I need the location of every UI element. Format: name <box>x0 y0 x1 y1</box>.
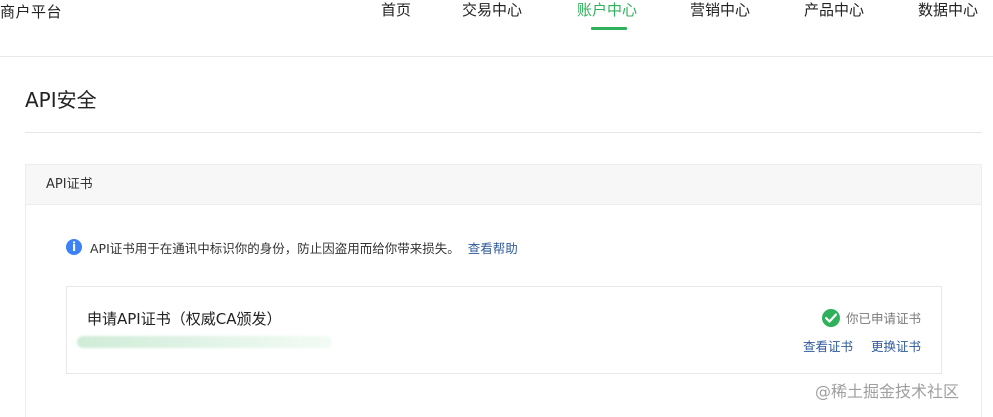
top-navigation-bar: 商户平台 首页 交易中心 账户中心 营销中心 产品中心 数据中心 <box>0 0 993 57</box>
main-content: API安全 API证书 i API证书用于在通讯中标识你的身份，防止因盗用而给你… <box>25 57 982 417</box>
api-cert-card: API证书 i API证书用于在通讯中标识你的身份，防止因盗用而给你带来损失。 … <box>25 164 982 417</box>
page-title: API安全 <box>25 88 97 112</box>
info-text: API证书用于在通讯中标识你的身份，防止因盗用而给你带来损失。 <box>90 240 460 256</box>
certificate-status-text: 你已申请证书 <box>845 311 921 326</box>
certificate-actions: 查看证书 更换证书 <box>803 336 921 355</box>
certificate-title: 申请API证书（权威CA颁发） <box>87 310 282 328</box>
nav-item-data[interactable]: 数据中心 <box>918 1 978 19</box>
info-row: i API证书用于在通讯中标识你的身份，防止因盗用而给你带来损失。 查看帮助 <box>66 238 518 256</box>
replace-certificate-link[interactable]: 更换证书 <box>871 336 921 355</box>
nav-item-marketing[interactable]: 营销中心 <box>690 1 750 19</box>
view-certificate-link[interactable]: 查看证书 <box>803 336 853 355</box>
nav-item-trading[interactable]: 交易中心 <box>462 1 522 19</box>
active-nav-underline <box>591 27 627 30</box>
title-divider <box>25 132 982 133</box>
help-link[interactable]: 查看帮助 <box>468 238 518 257</box>
card-header: API证书 <box>26 165 981 205</box>
main-nav: 首页 交易中心 账户中心 营销中心 产品中心 数据中心 <box>0 0 993 57</box>
info-icon: i <box>66 239 82 255</box>
nav-item-home[interactable]: 首页 <box>381 1 411 19</box>
certificate-box: 申请API证书（权威CA颁发） 你已申请证书 查看证书 更换证书 <box>66 286 942 374</box>
nav-item-account[interactable]: 账户中心 <box>577 1 637 19</box>
page-root: 商户平台 首页 交易中心 账户中心 营销中心 产品中心 数据中心 API安全 A… <box>0 0 993 417</box>
blurred-certificate-detail <box>77 336 332 348</box>
watermark: @稀土掘金技术社区 <box>815 382 960 401</box>
nav-item-products[interactable]: 产品中心 <box>804 1 864 19</box>
certificate-status: 你已申请证书 <box>821 308 921 327</box>
check-circle-icon <box>821 308 840 327</box>
